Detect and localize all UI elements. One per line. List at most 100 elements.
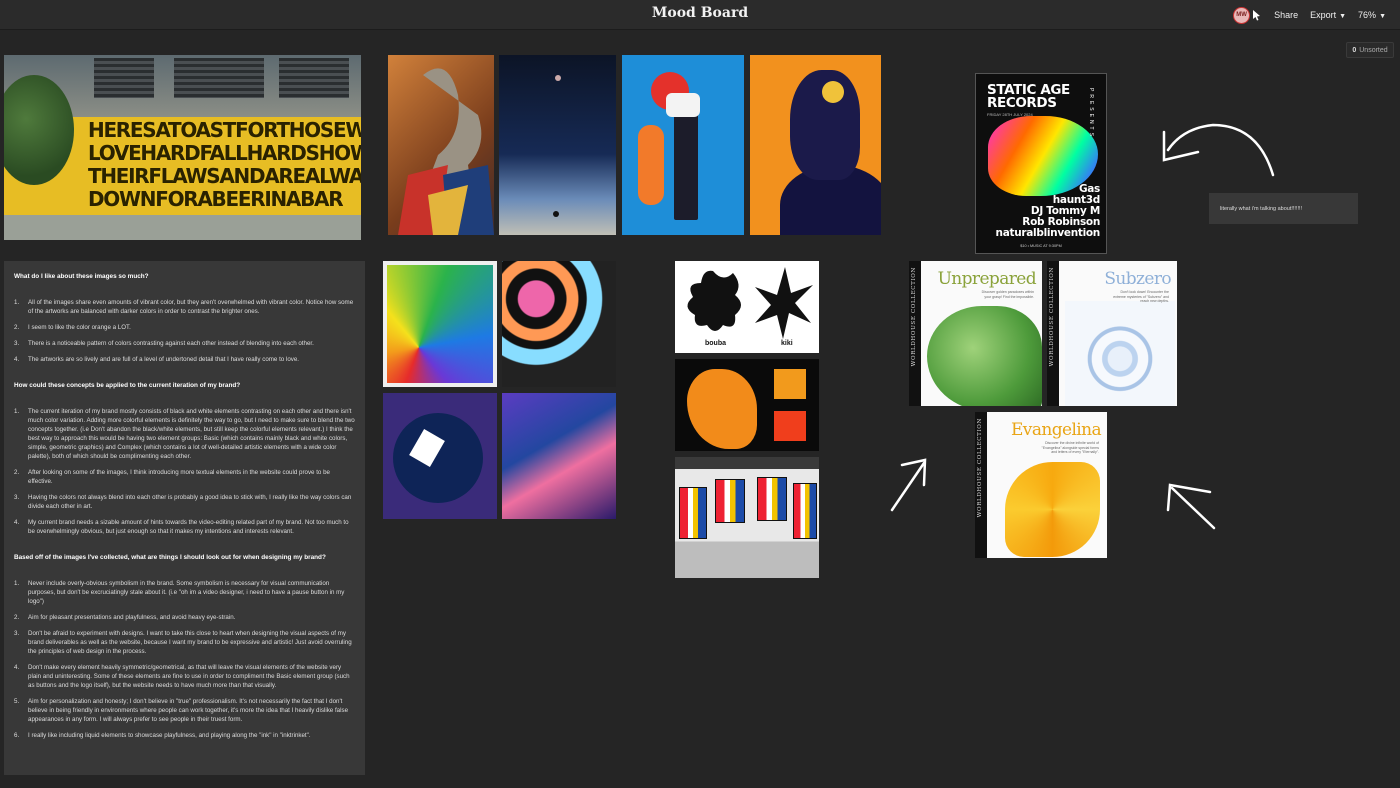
- anteater-figure: [398, 68, 494, 235]
- book-title: Evangelina: [1011, 420, 1102, 440]
- fox-illustration[interactable]: [675, 359, 819, 451]
- collaborator[interactable]: MW: [1233, 6, 1262, 24]
- poster-presents: PRESENTS: [1088, 88, 1094, 139]
- mural-text: HERESATOASTFORTHOSEWHO LOVEHARDFALLHARDS…: [88, 118, 361, 211]
- list-item: 3. Don't be afraid to experiment with des…: [14, 630, 352, 655]
- notes-heading: Based off of the images I've collected, …: [14, 554, 326, 561]
- unsorted-count: 0: [1352, 46, 1357, 54]
- poster-date: FRIDAY 28TH JULY 2024: [987, 112, 1033, 117]
- toolbar-right: MW Share Export ▼ 76% ▼: [1233, 6, 1386, 24]
- notes-list: 1. Never include overly-obvious symbolism…: [14, 579, 355, 740]
- share-button[interactable]: Share: [1274, 10, 1298, 20]
- figure-legs: [674, 100, 698, 220]
- mural-line: DOWNFORABEERINABAR: [88, 187, 344, 211]
- rainbow-artwork[interactable]: [383, 261, 497, 387]
- leaf-image: [927, 306, 1042, 406]
- gallery-artwork: [757, 477, 787, 521]
- mural-line: LOVEHARDFALLHARDSHOW: [88, 141, 361, 165]
- dot: [553, 211, 559, 217]
- bird-shape: [393, 413, 483, 503]
- gallery-photo[interactable]: [675, 457, 819, 578]
- book-subtitle: Don't look down! Encounter the extreme m…: [1113, 290, 1169, 303]
- moon: [555, 75, 561, 81]
- book-title: Subzero: [1104, 269, 1171, 289]
- mural-line: HERESATOASTFORTHOSEWHO: [88, 118, 361, 142]
- poster-lineup: Gas haunt3d DJ Tommy M Rob Robinson natu…: [995, 183, 1101, 239]
- list-item: 1. All of the images share even amounts o…: [14, 299, 354, 315]
- anteater-painting[interactable]: [388, 55, 494, 235]
- orange-square: [774, 369, 806, 399]
- bird-artwork[interactable]: [383, 393, 497, 519]
- book-subtitle: Discover golden paradoxes within your gr…: [981, 290, 1034, 299]
- book-subtitle: Discover the divine infinite world of "E…: [1041, 441, 1099, 454]
- abstract-artwork[interactable]: [502, 393, 616, 519]
- book-spine: WORLDHOUSE COLLECTION: [975, 412, 987, 558]
- ice-image: [1065, 301, 1175, 406]
- jumper-illustration[interactable]: [622, 55, 744, 235]
- unsorted-button[interactable]: 0 Unsorted: [1346, 42, 1394, 58]
- cursor-icon: [1253, 10, 1261, 21]
- book-spine: WORLDHOUSE COLLECTION: [909, 261, 921, 406]
- arrow-sketch[interactable]: [1162, 480, 1218, 532]
- poster-footer: $10 • MUSIC AT 9:30PM: [1020, 244, 1062, 248]
- export-label: Export: [1310, 10, 1337, 20]
- gallery-artwork: [715, 479, 745, 523]
- bouba-label: bouba: [705, 340, 726, 347]
- unsorted-label: Unsorted: [1359, 46, 1388, 54]
- list-item: 2. I seem to like the color orange a LOT.: [14, 324, 131, 331]
- psychedelic-artwork[interactable]: [502, 261, 616, 387]
- static-age-poster[interactable]: STATIC AGE RECORDS FRIDAY 28TH JULY 2024…: [975, 73, 1107, 254]
- comment-card[interactable]: literally what i'm talking about!!!!!!!: [1209, 193, 1358, 224]
- list-item: 2. After looking on some of the images, I…: [14, 469, 330, 485]
- list-item: 1. Never include overly-obvious symbolism…: [14, 580, 345, 605]
- list-item: 3. There is a noticeable pattern of color…: [14, 340, 314, 347]
- notes-list: 1. The current iteration of my brand most…: [14, 407, 355, 536]
- subzero-book[interactable]: WORLDHOUSE COLLECTION Subzero Don't look…: [1047, 261, 1177, 406]
- mural-vent: [94, 58, 154, 98]
- book-spine: WORLDHOUSE COLLECTION: [1047, 261, 1059, 406]
- figure-shirt: [666, 93, 700, 117]
- gallery-artwork: [793, 483, 817, 539]
- unprepared-book[interactable]: WORLDHOUSE COLLECTION Unprepared Discove…: [909, 261, 1042, 406]
- zoom-button[interactable]: 76% ▼: [1358, 10, 1386, 20]
- notes-heading: How could these concepts be applied to t…: [14, 382, 241, 389]
- board-title: Mood Board: [651, 5, 749, 21]
- poster-heading: STATIC AGE RECORDS: [987, 82, 1070, 111]
- avatar[interactable]: MW: [1233, 6, 1251, 24]
- mural-vent: [174, 58, 264, 98]
- chevron-down-icon: ▼: [1339, 13, 1347, 20]
- bouba-kiki-image[interactable]: bouba kiki: [675, 261, 819, 353]
- mural-line: THEIRFLAWSANDAREALWAYS: [88, 164, 361, 188]
- zoom-level: 76%: [1358, 10, 1377, 20]
- top-bar: Mood Board MW Share Export ▼ 76% ▼: [0, 0, 1400, 30]
- flower-image: [1005, 462, 1100, 557]
- list-item: 4. Don't make every element heavily symme…: [14, 664, 350, 689]
- rainbow-fill: [387, 265, 493, 383]
- orange-figure: [638, 125, 664, 205]
- list-item: 4. The artworks are so lively and are ful…: [14, 356, 300, 363]
- gallery-artwork: [679, 487, 707, 539]
- mural-photo[interactable]: HERESATOASTFORTHOSEWHO LOVEHARDFALLHARDS…: [4, 55, 361, 240]
- evangelina-book[interactable]: WORLDHOUSE COLLECTION Evangelina Discove…: [975, 412, 1107, 558]
- comment-text: literally what i'm talking about!!!!!!!: [1220, 205, 1303, 212]
- night-sky-painting[interactable]: [499, 55, 616, 235]
- export-button[interactable]: Export ▼: [1310, 10, 1346, 20]
- list-item: 6. I really like including liquid element…: [14, 732, 311, 739]
- list-item: 4. My current brand needs a sizable amoun…: [14, 519, 349, 535]
- notes-card[interactable]: What do I like about these images so muc…: [4, 261, 365, 775]
- red-square: [774, 411, 806, 441]
- arrow-sketch[interactable]: [888, 455, 930, 515]
- notes-list: 1. All of the images share even amounts o…: [14, 298, 355, 364]
- fox-figure: [687, 369, 757, 449]
- notes-heading: What do I like about these images so muc…: [14, 273, 149, 280]
- mural-street: [4, 215, 361, 240]
- arrow-sketch[interactable]: [1158, 120, 1280, 180]
- list-item: 5. Aim for personalization and honesty; I…: [14, 698, 349, 723]
- chevron-down-icon: ▼: [1379, 13, 1386, 20]
- earring: [822, 81, 844, 103]
- bouba-kiki-shapes: [687, 267, 813, 339]
- mural-vent: [279, 58, 349, 98]
- list-item: 3. Having the colors not always blend int…: [14, 494, 352, 510]
- book-title: Unprepared: [937, 269, 1037, 289]
- profile-illustration[interactable]: [750, 55, 881, 235]
